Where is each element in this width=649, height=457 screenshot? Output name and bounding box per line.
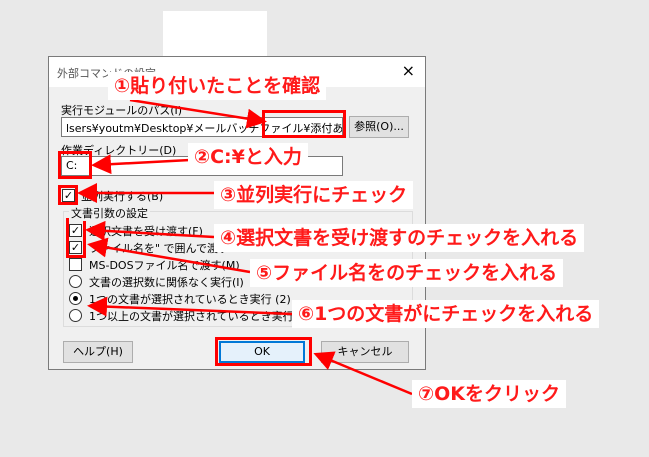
- radio-multi-selected[interactable]: [69, 309, 82, 322]
- annotation-1: ①貼り付いたことを確認: [108, 72, 327, 100]
- annotation-7: ⑦OKをクリック: [412, 380, 566, 408]
- radio-any-count-label: 文書の選択数に関係なく実行(I): [89, 276, 244, 289]
- radio-any-count[interactable]: [69, 275, 82, 288]
- highlight-pass-and-quote: [66, 218, 86, 258]
- close-icon[interactable]: ×: [402, 61, 415, 81]
- pass-doc-label: 選択文書を受け渡す(F): [89, 225, 203, 238]
- highlight-workdir: [58, 151, 92, 179]
- exe-path-label: 実行モジュールのパス(I): [61, 104, 183, 117]
- highlight-parallel: [58, 185, 78, 205]
- annotation-4: ④選択文書を受け渡すのチェックを入れる: [214, 224, 585, 252]
- annotation-3: ③並列実行にチェック: [214, 181, 414, 209]
- quote-filename-label: ファイル名を" で囲んで渡す: [89, 242, 230, 255]
- radio-multi-selected-label: 1つ以上の文書が選択されているとき実行(3): [89, 310, 310, 323]
- msdos-filename-checkbox[interactable]: [69, 258, 82, 271]
- args-group-label: 文書引数の設定: [69, 205, 150, 221]
- cancel-button[interactable]: キャンセル: [321, 341, 409, 363]
- radio-one-selected[interactable]: [69, 292, 82, 305]
- parallel-label: 並列実行する(B): [81, 190, 164, 203]
- msdos-filename-label: MS-DOSファイル名で渡す(M): [89, 259, 240, 272]
- highlight-exe-path: [262, 110, 346, 138]
- radio-one-selected-label: 1つの文書が選択されているとき実行 (2): [89, 293, 291, 306]
- annotation-2: ②C:¥と入力: [188, 143, 308, 171]
- highlight-ok: [215, 337, 312, 366]
- annotation-6: ⑥1つの文書がにチェックを入れる: [292, 300, 600, 328]
- help-button[interactable]: ヘルプ(H): [63, 341, 133, 363]
- annotation-5: ⑤ファイル名をのチェックを入れる: [250, 259, 564, 287]
- browse-button[interactable]: 参照(O)...: [349, 116, 409, 138]
